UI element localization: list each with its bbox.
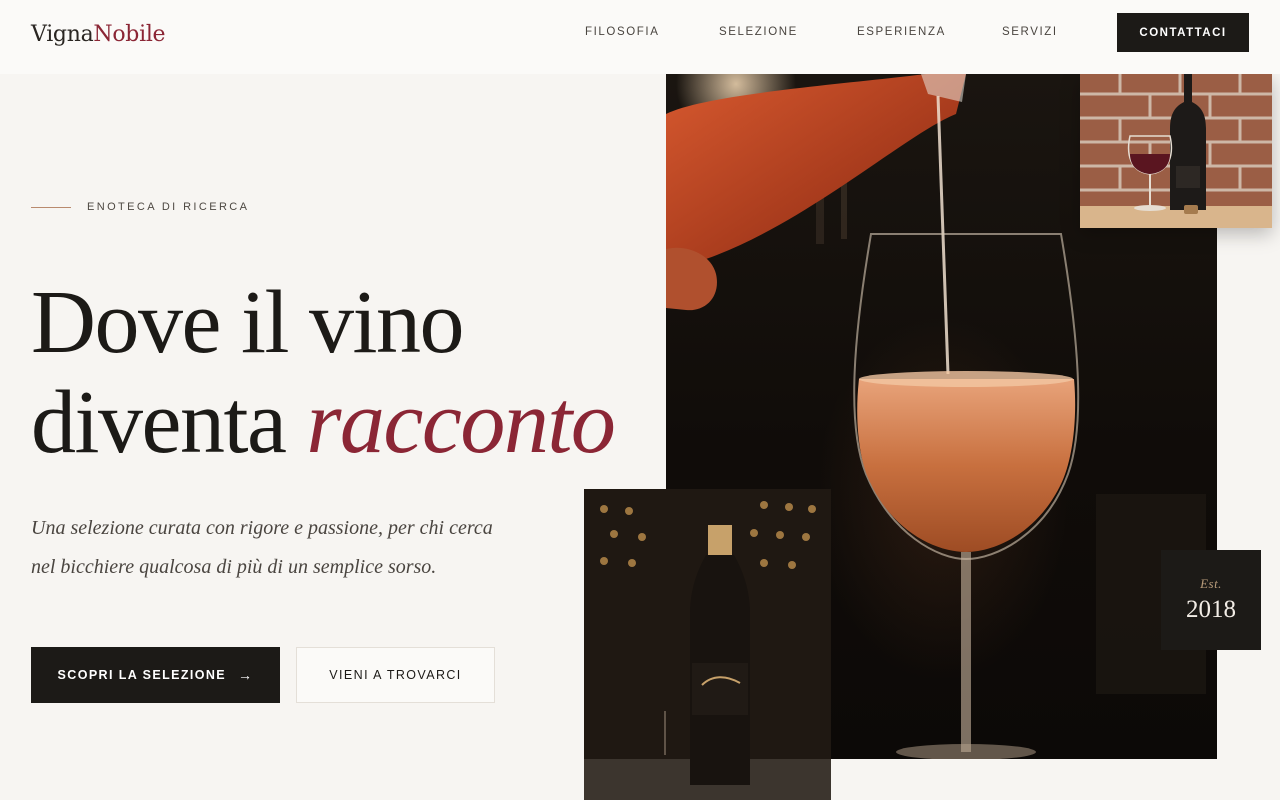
brand-name-part1: Vigna	[31, 22, 94, 47]
headline-line1: Dove il vino	[31, 273, 464, 372]
nav-link-filosofia[interactable]: FILOSOFIA	[585, 26, 659, 38]
brand-logo[interactable]: VignaNobile	[31, 22, 166, 47]
arrow-right-icon: →	[238, 667, 254, 683]
eyebrow-divider	[31, 206, 71, 208]
established-badge: Est. 2018	[1161, 550, 1261, 650]
visit-us-button[interactable]: VIENI A TROVARCI	[296, 647, 495, 703]
headline-accent-word: racconto	[306, 373, 615, 472]
established-label: Est.	[1200, 576, 1222, 591]
discover-selection-button[interactable]: SCOPRI LA SELEZIONE →	[31, 647, 280, 703]
top-navigation: VignaNobile FILOSOFIA SELEZIONE ESPERIEN…	[0, 0, 1280, 74]
nav-link-servizi[interactable]: SERVIZI	[1002, 26, 1058, 38]
established-year: 2018	[1186, 596, 1236, 623]
eyebrow-text: ENOTECA DI RICERCA	[87, 201, 250, 213]
hero-description: Una selezione curata con rigore e passio…	[31, 517, 493, 578]
nav-link-selezione[interactable]: SELEZIONE	[719, 26, 798, 38]
bottle-brick-wall-image	[1080, 74, 1272, 228]
cellar-bottle-image	[584, 489, 831, 800]
hero-eyebrow: ENOTECA DI RICERCA	[31, 201, 249, 213]
nav-link-esperienza[interactable]: ESPERIENZA	[857, 26, 946, 38]
discover-selection-label: SCOPRI LA SELEZIONE	[57, 668, 227, 682]
contact-button[interactable]: CONTATTACI	[1117, 13, 1249, 52]
hero-headline: Dove il vino diventa racconto	[31, 273, 616, 473]
brand-name-part2: Nobile	[93, 22, 166, 47]
headline-line2: diventa	[31, 373, 307, 472]
